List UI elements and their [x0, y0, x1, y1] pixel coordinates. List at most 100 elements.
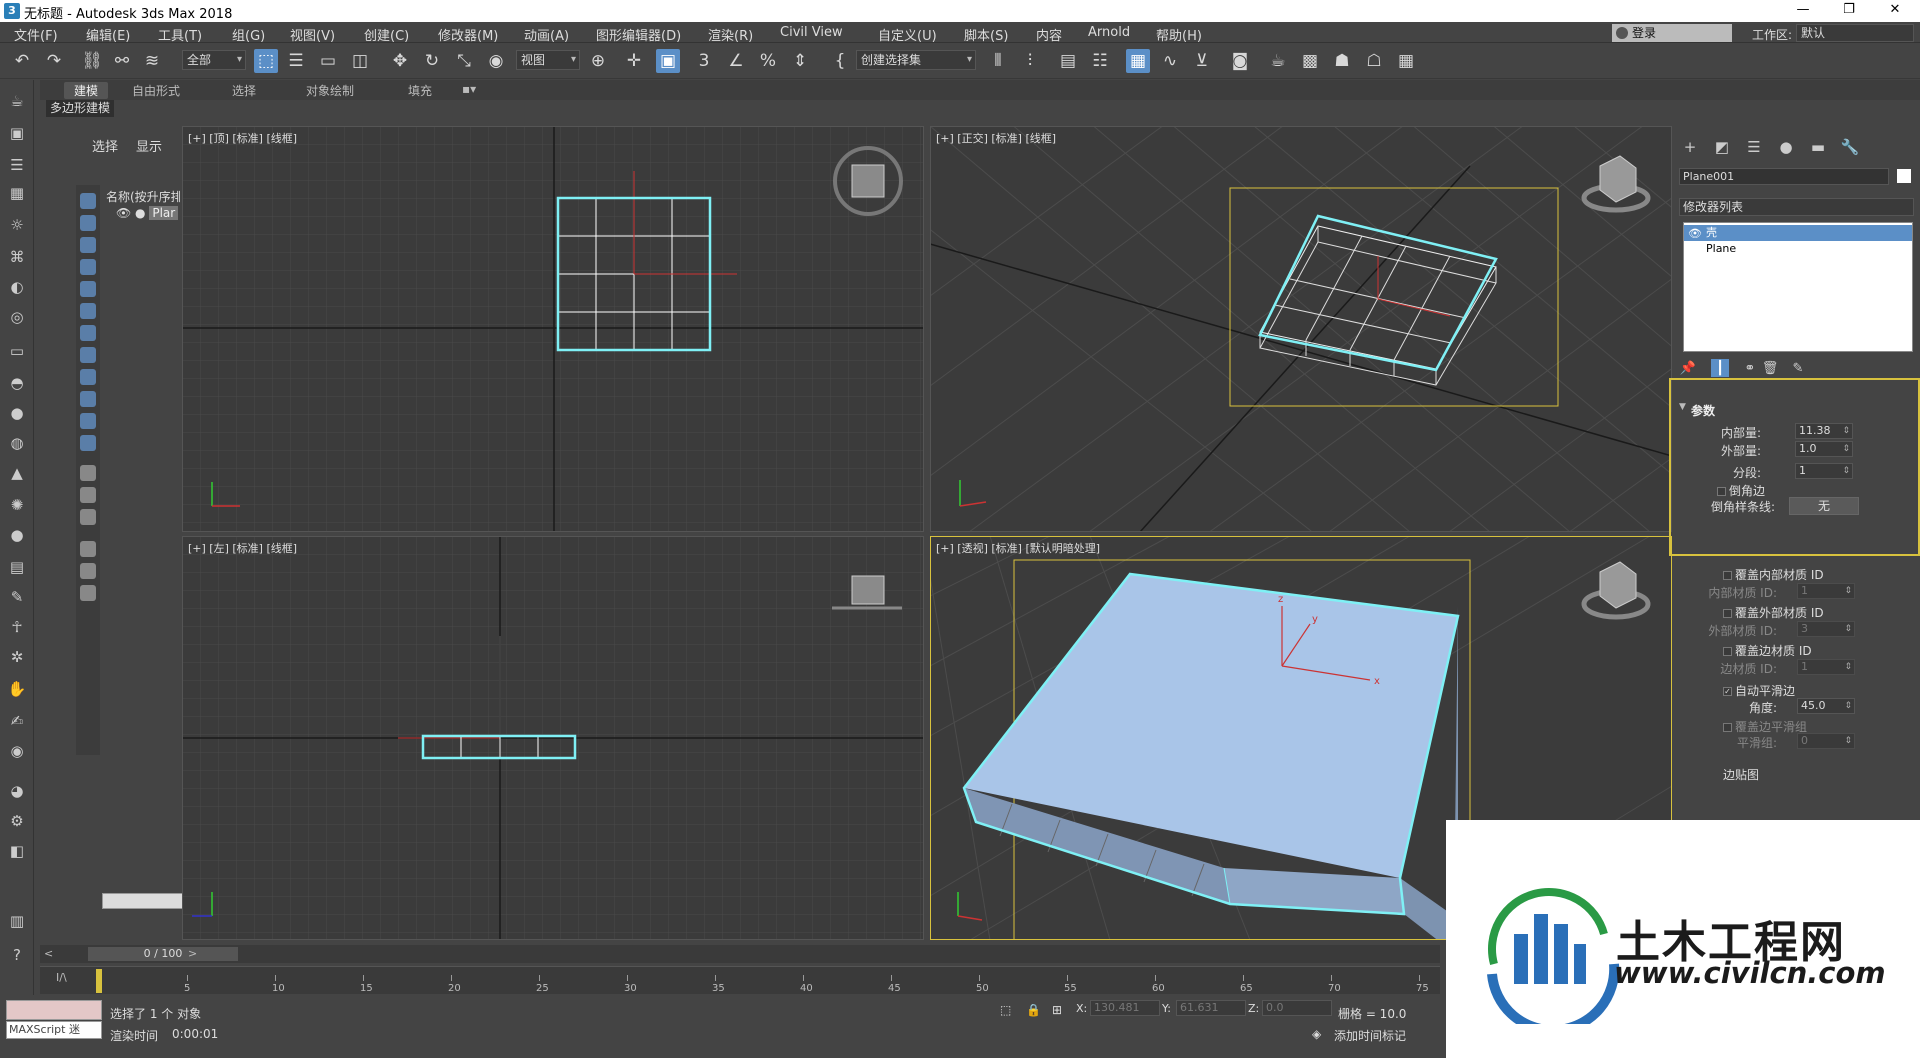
track-bar[interactable]: I/\ 5 10 15 20 25 30 35 40 45 50 55 60 65 70 75: [40, 966, 1440, 994]
minimize-button[interactable]: —: [1780, 0, 1826, 22]
keyboard-shortcut-override-icon[interactable]: ▣: [656, 49, 680, 73]
filter-groups-icon[interactable]: [80, 325, 96, 341]
menu-help[interactable]: 帮助(H): [1156, 25, 1202, 44]
grid-icon[interactable]: ▦: [5, 182, 29, 204]
toggle-ribbon-icon[interactable]: ▦: [1126, 49, 1150, 73]
viewport-front[interactable]: [+] [正交] [标准] [线框]: [930, 126, 1672, 532]
link-icon[interactable]: ⛓: [80, 49, 104, 73]
lock-icon[interactable]: 🔒: [1026, 1003, 1041, 1017]
filter-cameras-icon[interactable]: [80, 259, 96, 275]
render-iterative-icon[interactable]: ☖: [1362, 49, 1386, 73]
pin-stack-icon[interactable]: 📌: [1679, 359, 1697, 377]
menu-rendering[interactable]: 渲染(R): [708, 25, 753, 44]
explorer-tab-display[interactable]: 显示: [136, 136, 162, 155]
bevel-edges-checkbox[interactable]: 倒角边: [1717, 482, 1765, 499]
render-setup-icon[interactable]: ☕: [1266, 49, 1290, 73]
track-bar-label[interactable]: I/\: [56, 971, 67, 984]
ribbon-options-icon[interactable]: ▪▾: [462, 82, 476, 96]
named-selection-select[interactable]: 创建选择集: [856, 50, 976, 70]
auto-smooth-checkbox[interactable]: ✓ 自动平滑边: [1723, 682, 1795, 699]
filter-helpers-icon[interactable]: [80, 281, 96, 297]
rotate-icon[interactable]: ↻: [420, 49, 444, 73]
workspace-select[interactable]: 默认: [1796, 24, 1914, 42]
viewport-left-label[interactable]: [+] [左] [标准] [线框]: [188, 540, 297, 556]
override-edge-mat-checkbox[interactable]: 覆盖边材质 ID: [1723, 642, 1812, 659]
rendered-frame-window-icon[interactable]: ▩: [1298, 49, 1322, 73]
eye-icon[interactable]: 👁: [1688, 226, 1702, 242]
outer-mat-spinner[interactable]: 3: [1797, 621, 1855, 637]
material-editor-icon[interactable]: ◙: [1228, 49, 1252, 73]
spinner-snap-icon[interactable]: ⇕: [788, 49, 812, 73]
filter-frozen-icon[interactable]: [80, 413, 96, 429]
render-in-cloud-icon[interactable]: ▦: [1394, 49, 1418, 73]
modify-tab-icon[interactable]: ◩: [1711, 136, 1733, 158]
teapot-icon[interactable]: ☕: [5, 90, 29, 112]
filter-funnel-icon[interactable]: [80, 541, 96, 557]
ribbon-tab-freeform[interactable]: 自由形式: [132, 82, 180, 99]
sphere-icon[interactable]: ●: [5, 402, 29, 424]
stack-item-plane[interactable]: Plane: [1684, 241, 1912, 257]
help-icon[interactable]: ?: [5, 944, 29, 966]
edit-named-sets-icon[interactable]: {: [828, 49, 852, 73]
hand-icon[interactable]: ✋: [5, 678, 29, 700]
add-time-tag[interactable]: 添加时间标记: [1334, 1027, 1406, 1044]
ribbon-tab-object-paint[interactable]: 对象绘制: [306, 82, 354, 99]
angle-snap-icon[interactable]: ∠: [724, 49, 748, 73]
percent-snap-icon[interactable]: %: [756, 49, 780, 73]
outer-amount-spinner[interactable]: 1.0: [1795, 441, 1853, 457]
figure-icon[interactable]: ☥: [5, 616, 29, 638]
prev-frame-icon[interactable]: <: [44, 947, 53, 960]
menu-edit[interactable]: 编辑(E): [86, 25, 130, 44]
camera-icon[interactable]: ⌘: [5, 246, 29, 268]
ball-icon[interactable]: ◉: [5, 740, 29, 762]
list-icon[interactable]: ☰: [5, 154, 29, 176]
atom-icon[interactable]: ✲: [5, 646, 29, 668]
restore-button[interactable]: ❐: [1826, 0, 1872, 22]
menu-tools[interactable]: 工具(T): [158, 25, 202, 44]
create-tab-icon[interactable]: +: [1679, 136, 1701, 158]
redo-icon[interactable]: ↷: [42, 49, 66, 73]
menu-create[interactable]: 创建(C): [364, 25, 409, 44]
window-crossing-icon[interactable]: ◫: [348, 49, 372, 73]
override-edge-smooth-checkbox[interactable]: 覆盖边平滑组: [1723, 718, 1807, 735]
pivot-center-icon[interactable]: ⊕: [586, 49, 610, 73]
inner-mat-spinner[interactable]: 1: [1797, 583, 1855, 599]
collapse-icon[interactable]: ▼: [1679, 402, 1686, 412]
mirror-icon[interactable]: ⫴: [986, 49, 1010, 73]
terrain-icon[interactable]: ▤: [5, 556, 29, 578]
box-icon[interactable]: ▭: [5, 340, 29, 362]
rect-selection-icon[interactable]: ▭: [316, 49, 340, 73]
angle-spinner[interactable]: 45.0: [1797, 698, 1855, 714]
explorer-row-plane[interactable]: 👁 ● Plar: [116, 206, 179, 220]
viewport-front-label[interactable]: [+] [正交] [标准] [线框]: [936, 130, 1056, 146]
bind-space-warp-icon[interactable]: ≋: [140, 49, 164, 73]
hierarchy-tab-icon[interactable]: ☰: [1743, 136, 1765, 158]
filter-spacewarps-icon[interactable]: [80, 303, 96, 319]
x-coord-field[interactable]: 130.481: [1090, 1000, 1160, 1016]
edge-mapping-label[interactable]: 边贴图: [1723, 766, 1759, 783]
menu-scripting[interactable]: 脚本(S): [964, 25, 1008, 44]
menu-graph-editors[interactable]: 图形编辑器(D): [596, 25, 681, 44]
brush-icon[interactable]: ✎: [5, 586, 29, 608]
menu-customize[interactable]: 自定义(U): [878, 25, 937, 44]
snaps-toggle-icon[interactable]: 3: [692, 49, 716, 73]
selection-filter-select[interactable]: 全部: [182, 50, 246, 70]
maxscript-mini-listener[interactable]: MAXScript 迷: [6, 1021, 102, 1039]
filter-shapes-icon[interactable]: [80, 215, 96, 231]
y-coord-field[interactable]: 61.631: [1176, 1000, 1246, 1016]
login-dropdown[interactable]: 登录: [1612, 24, 1732, 42]
utilities-tab-icon[interactable]: 🔧: [1839, 136, 1861, 158]
menu-group[interactable]: 组(G): [232, 25, 265, 44]
align-icon[interactable]: ⫶: [1018, 49, 1042, 73]
layer-explorer-icon[interactable]: ☷: [1088, 49, 1112, 73]
stack-item-shell[interactable]: 👁 壳: [1684, 225, 1912, 241]
filter-containers-icon[interactable]: [80, 391, 96, 407]
menu-civil-view[interactable]: Civil View: [780, 25, 843, 40]
filter-all-icon[interactable]: [80, 465, 96, 481]
filter-settings-icon[interactable]: [80, 563, 96, 579]
smooth-group-spinner[interactable]: 0: [1797, 733, 1855, 749]
inner-amount-spinner[interactable]: 11.38: [1795, 423, 1853, 439]
sun-icon[interactable]: ✺: [5, 494, 29, 516]
z-coord-field[interactable]: 0.0: [1262, 1000, 1332, 1016]
disc-icon[interactable]: ●: [5, 524, 29, 546]
